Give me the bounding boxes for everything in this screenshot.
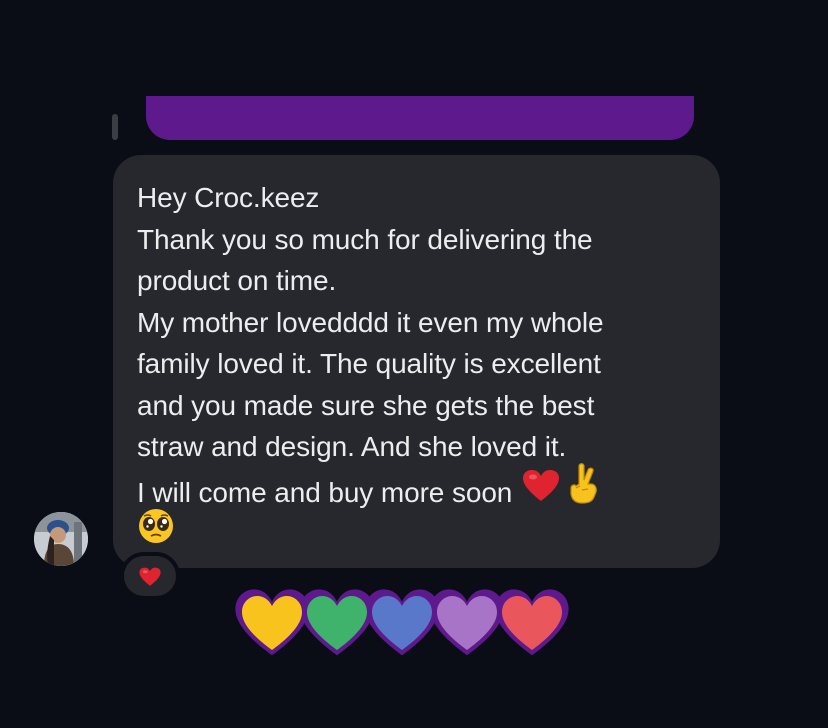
- message-line: family loved it. The quality is excellen…: [137, 348, 601, 379]
- message-last-line: I will come and buy more soon: [137, 462, 707, 522]
- reaction-badge[interactable]: [120, 552, 180, 600]
- message-line: straw and design. And she loved it.: [137, 431, 567, 462]
- message-line: I will come and buy more soon: [137, 476, 513, 508]
- message-line: Hey Croc.keez: [137, 182, 320, 213]
- pleading-face-icon: [137, 507, 175, 550]
- scroll-indicator[interactable]: [112, 114, 118, 140]
- crossed-fingers-icon: [568, 462, 598, 516]
- message-line: product on time.: [137, 265, 337, 296]
- message-line: Thank you so much for delivering the: [137, 223, 593, 255]
- red-heart-icon: [522, 469, 560, 515]
- received-message-bubble[interactable]: Hey Croc.keez Thank you so much for deli…: [113, 155, 720, 568]
- chat-thread: Hey Croc.keez Thank you so much for deli…: [0, 0, 828, 728]
- rainbow-hearts-sticker[interactable]: [230, 584, 580, 664]
- message-line: and you made sure she gets the best: [137, 389, 595, 421]
- avatar[interactable]: [34, 512, 88, 566]
- message-text: Hey Croc.keez Thank you so much for deli…: [137, 177, 707, 521]
- sent-message-bubble[interactable]: [146, 96, 694, 140]
- message-line: My mother lovedddd it even my whole: [137, 306, 604, 338]
